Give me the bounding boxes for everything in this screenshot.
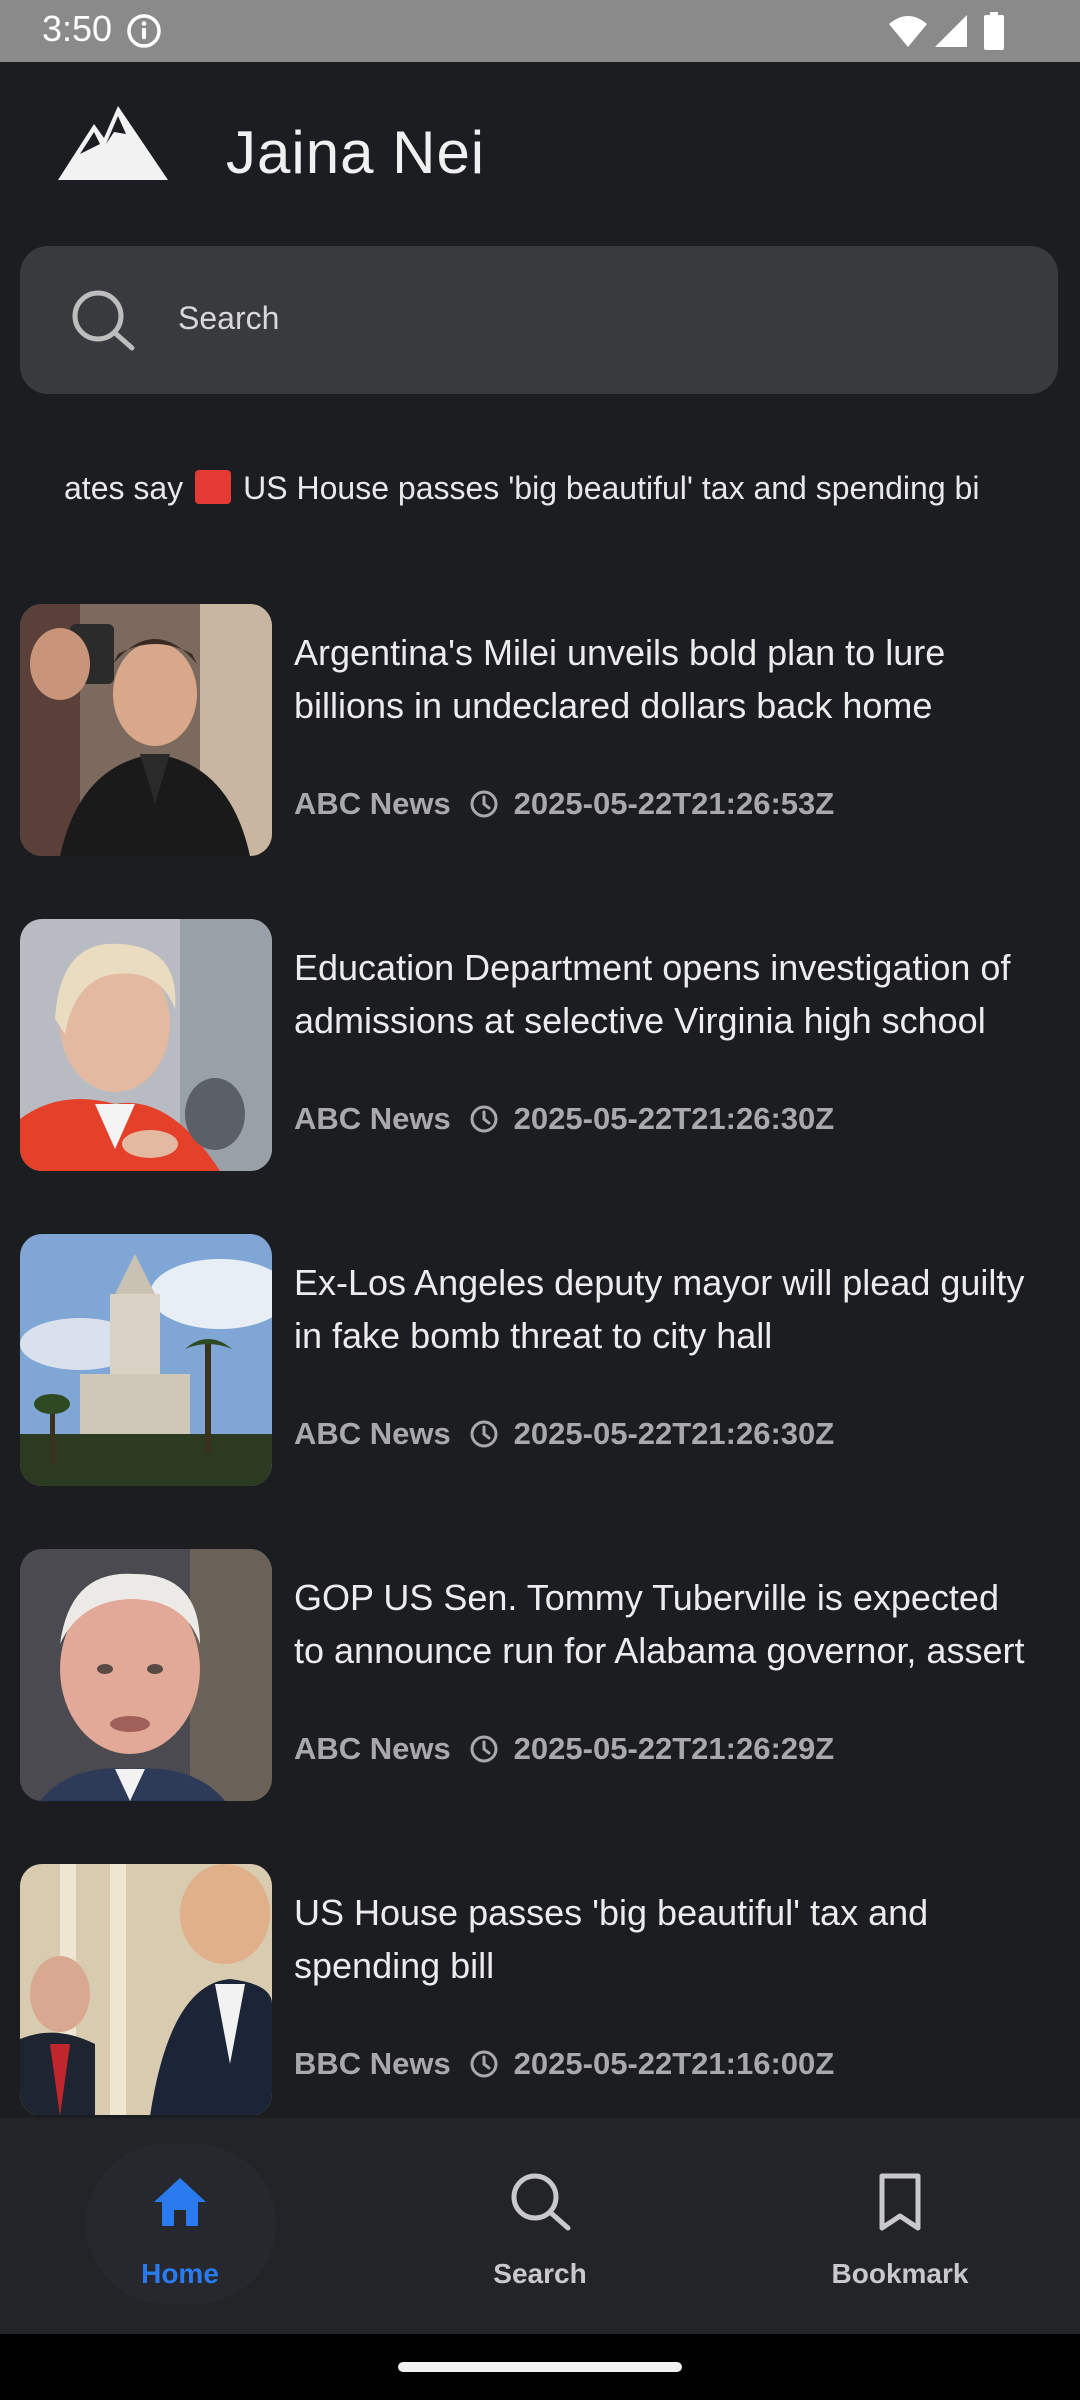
news-timestamp: 2025-05-22T21:26:30Z: [513, 1101, 835, 1136]
signal-icon: [935, 15, 967, 47]
news-item[interactable]: US House passes 'big beautiful' tax and …: [0, 1860, 1080, 2115]
news-item[interactable]: Ex-Los Angeles deputy mayor will plead g…: [0, 1230, 1080, 1486]
nav-label-search: Search: [493, 2258, 587, 2289]
status-time: 3:50: [42, 8, 113, 49]
ticker-text-after: US House passes 'big beautiful' tax and …: [243, 470, 980, 506]
nav-label-home: Home: [141, 2258, 219, 2289]
news-source: ABC News: [294, 786, 451, 821]
news-meta: ABC News 2025-05-22T21:26:29Z: [294, 1731, 834, 1771]
news-source: BBC News: [294, 2046, 451, 2081]
news-headline: Education Department opens investigation…: [294, 947, 1011, 1041]
news-timestamp: 2025-05-22T21:26:30Z: [513, 1416, 835, 1451]
news-list[interactable]: Argentina's Milei unveils bold plan to l…: [0, 600, 1080, 2115]
news-item[interactable]: GOP US Sen. Tommy Tuberville is expected…: [0, 1545, 1080, 1801]
mountain-logo-icon: [58, 106, 168, 180]
clock-icon: [470, 1735, 498, 1763]
news-source: ABC News: [294, 1416, 451, 1451]
news-source: ABC News: [294, 1101, 451, 1136]
news-headline: Argentina's Milei unveils bold plan to l…: [294, 632, 946, 726]
news-meta: ABC News 2025-05-22T21:26:53Z: [294, 786, 834, 826]
wifi-icon: [889, 16, 927, 47]
status-bar: 3:50: [0, 0, 1080, 62]
red-square-icon: [195, 470, 232, 504]
news-timestamp: 2025-05-22T21:16:00Z: [513, 2046, 835, 2081]
clock-icon: [470, 790, 498, 818]
search-bar[interactable]: Search: [20, 246, 1058, 394]
news-ticker[interactable]: ates say US House passes 'big beautiful' …: [0, 456, 1080, 516]
clock-icon: [470, 1105, 498, 1133]
news-meta: ABC News 2025-05-22T21:26:30Z: [294, 1416, 834, 1456]
news-thumbnail: [20, 1234, 272, 1486]
gesture-handle[interactable]: [398, 2362, 682, 2372]
nav-item-bookmark[interactable]: Bookmark: [720, 2118, 1080, 2334]
news-headline: Ex-Los Angeles deputy mayor will plead g…: [294, 1262, 1025, 1356]
nav-item-search[interactable]: Search: [360, 2118, 720, 2334]
nav-label-bookmark: Bookmark: [831, 2258, 969, 2289]
news-item[interactable]: Education Department opens investigation…: [0, 915, 1080, 1171]
news-thumbnail: [20, 919, 272, 1171]
clock-icon: [470, 2050, 498, 2078]
news-thumbnail: [20, 604, 272, 856]
news-thumbnail: [20, 1864, 272, 2115]
info-icon: [127, 14, 161, 48]
news-thumbnail: [20, 1549, 272, 1801]
search-icon: [72, 290, 135, 351]
app-title: Jaina Nei: [226, 119, 486, 186]
battery-icon: [984, 12, 1004, 50]
gesture-area: [0, 2334, 1080, 2400]
news-meta: BBC News 2025-05-22T21:16:00Z: [294, 2046, 834, 2086]
news-headline: US House passes 'big beautiful' tax and …: [294, 1892, 929, 1986]
nav-item-home[interactable]: Home: [0, 2118, 360, 2334]
news-timestamp: 2025-05-22T21:26:53Z: [513, 786, 835, 821]
news-headline: GOP US Sen. Tommy Tuberville is expected…: [294, 1577, 1025, 1671]
search-icon: [511, 2173, 571, 2231]
ticker-text: ates say US House passes 'big beautiful' …: [64, 470, 979, 507]
clock-icon: [470, 1420, 498, 1448]
bottom-navigation: Home Search Bookmark: [0, 2118, 1080, 2334]
ticker-text-before: ates say: [64, 470, 184, 506]
home-icon: [154, 2178, 206, 2226]
search-placeholder: Search: [178, 300, 280, 336]
news-item[interactable]: Argentina's Milei unveils bold plan to l…: [0, 600, 1080, 856]
news-source: ABC News: [294, 1731, 451, 1766]
bookmark-icon: [879, 2173, 921, 2231]
news-timestamp: 2025-05-22T21:26:29Z: [513, 1731, 835, 1766]
news-meta: ABC News 2025-05-22T21:26:30Z: [294, 1101, 834, 1141]
